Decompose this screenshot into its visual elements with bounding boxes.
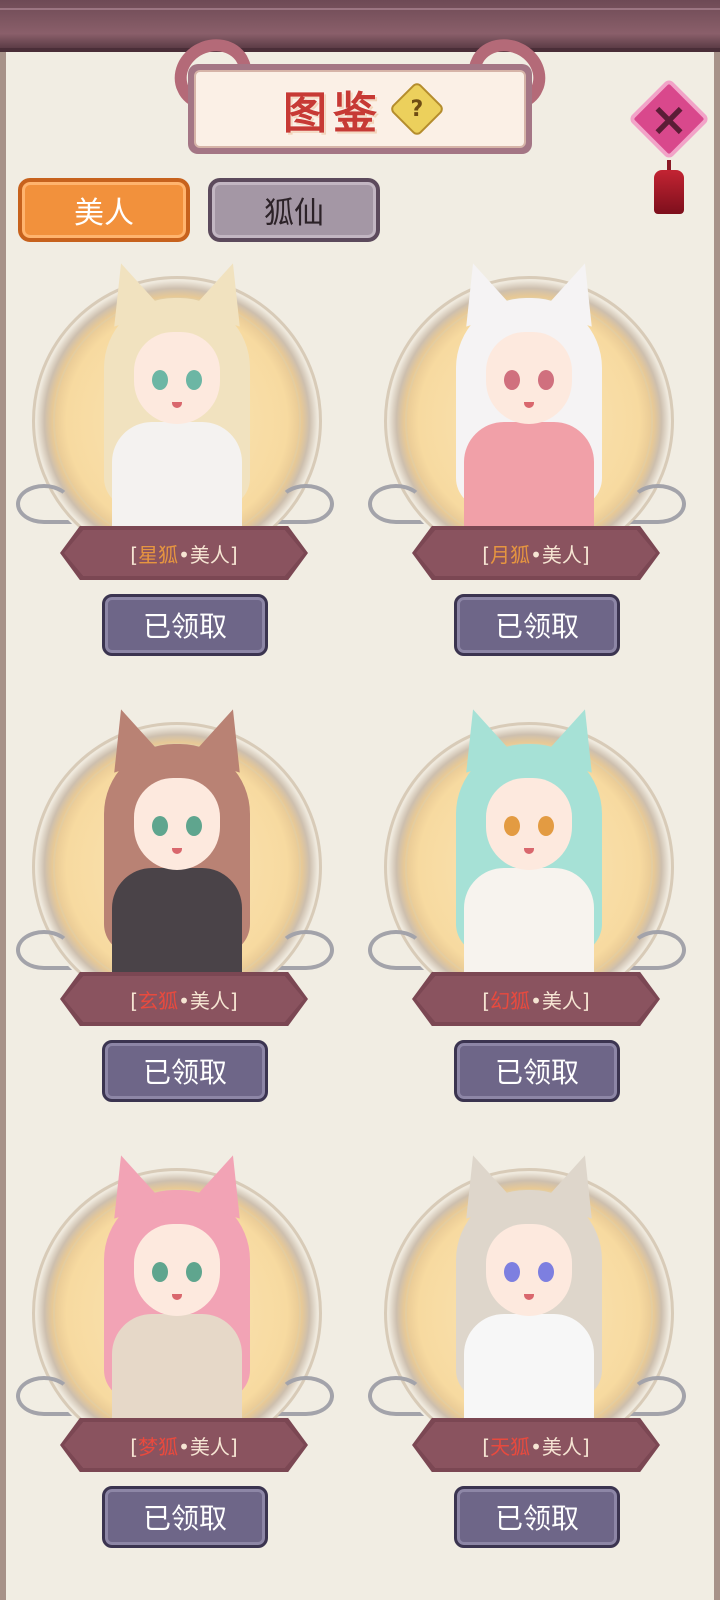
portrait-eye-right: [186, 1262, 202, 1282]
portrait-body: [112, 1314, 242, 1422]
claimed-button[interactable]: 已领取: [102, 1040, 268, 1102]
page-title: 图鉴: [283, 88, 383, 139]
tab-beauty[interactable]: 美人: [18, 178, 190, 242]
title-plaque: 图鉴 ?: [188, 64, 532, 154]
name-banner: [天狐•美人]: [412, 1418, 660, 1472]
portrait-eye-right: [538, 370, 554, 390]
character-name: [梦狐•美人]: [130, 1434, 238, 1459]
character-portrait: [434, 1147, 624, 1422]
claimed-button[interactable]: 已领取: [102, 594, 268, 656]
portrait-body: [464, 422, 594, 530]
claimed-button[interactable]: 已领取: [454, 1486, 620, 1548]
character-name: [幻狐•美人]: [482, 988, 590, 1013]
cloud-ornament-right: [630, 1376, 686, 1416]
cloud-ornament-left: [16, 484, 72, 524]
portrait-eye-left: [504, 816, 520, 836]
portrait-mouth: [524, 1294, 534, 1300]
character-portrait: [434, 701, 624, 976]
portrait-body: [464, 868, 594, 976]
name-banner: [玄狐•美人]: [60, 972, 308, 1026]
portrait-face: [486, 778, 572, 870]
close-button[interactable]: ×: [627, 77, 711, 214]
portrait-body: [112, 868, 242, 976]
name-banner: [月狐•美人]: [412, 526, 660, 580]
portrait-mouth: [172, 402, 182, 408]
portrait-mouth: [524, 848, 534, 854]
cloud-ornament-left: [368, 484, 424, 524]
portrait-eye-right: [538, 1262, 554, 1282]
name-banner: [幻狐•美人]: [412, 972, 660, 1026]
portrait-body: [464, 1314, 594, 1422]
portrait-eye-left: [504, 370, 520, 390]
cloud-ornament-right: [278, 930, 334, 970]
portrait-eye-right: [186, 370, 202, 390]
tassel-icon: [654, 170, 684, 214]
portrait-face: [134, 1224, 220, 1316]
help-icon-glyph: ?: [410, 96, 424, 122]
cloud-ornament-left: [368, 1376, 424, 1416]
title-plaque-wrap: 图鉴 ?: [162, 26, 558, 158]
character-name: [玄狐•美人]: [130, 988, 238, 1013]
portrait-face: [486, 1224, 572, 1316]
help-icon[interactable]: ?: [388, 80, 446, 138]
cloud-ornament-right: [630, 930, 686, 970]
character-name: [月狐•美人]: [482, 542, 590, 567]
portrait-mouth: [172, 1294, 182, 1300]
character-card[interactable]: [玄狐•美人] 已领取: [10, 701, 340, 1118]
cloud-ornament-right: [630, 484, 686, 524]
name-banner: [梦狐•美人]: [60, 1418, 308, 1472]
close-icon: ×: [649, 92, 689, 146]
character-portrait: [82, 255, 272, 530]
character-card[interactable]: [天狐•美人] 已领取: [362, 1147, 692, 1564]
portrait-eye-right: [538, 816, 554, 836]
portrait-eye-left: [152, 1262, 168, 1282]
character-portrait: [434, 255, 624, 530]
portrait-eye-left: [152, 370, 168, 390]
character-name: [天狐•美人]: [482, 1434, 590, 1459]
character-card[interactable]: [星狐•美人] 已领取: [10, 255, 340, 672]
character-card[interactable]: [月狐•美人] 已领取: [362, 255, 692, 672]
claimed-button[interactable]: 已领取: [454, 594, 620, 656]
portrait-eye-left: [504, 1262, 520, 1282]
tab-fox-immortal[interactable]: 狐仙: [208, 178, 380, 242]
portrait-face: [134, 778, 220, 870]
portrait-face: [134, 332, 220, 424]
portrait-mouth: [524, 402, 534, 408]
cloud-ornament-right: [278, 1376, 334, 1416]
cloud-ornament-left: [16, 1376, 72, 1416]
portrait-eye-left: [152, 816, 168, 836]
claimed-button[interactable]: 已领取: [102, 1486, 268, 1548]
name-banner: [星狐•美人]: [60, 526, 308, 580]
portrait-mouth: [172, 848, 182, 854]
claimed-button[interactable]: 已领取: [454, 1040, 620, 1102]
cloud-ornament-left: [368, 930, 424, 970]
frame-right: [714, 0, 720, 1600]
character-name: [星狐•美人]: [130, 542, 238, 567]
cloud-ornament-right: [278, 484, 334, 524]
portrait-body: [112, 422, 242, 530]
character-card[interactable]: [幻狐•美人] 已领取: [362, 701, 692, 1118]
character-card[interactable]: [梦狐•美人] 已领取: [10, 1147, 340, 1564]
cloud-ornament-left: [16, 930, 72, 970]
character-portrait: [82, 1147, 272, 1422]
character-portrait: [82, 701, 272, 976]
portrait-face: [486, 332, 572, 424]
frame-left: [0, 0, 6, 1600]
portrait-eye-right: [186, 816, 202, 836]
